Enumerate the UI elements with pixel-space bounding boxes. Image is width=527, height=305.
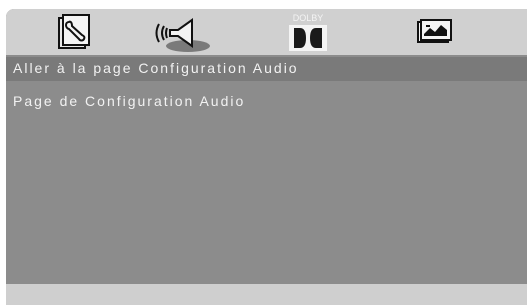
audio-config-page-item[interactable]: Page de Configuration Audio [13, 93, 245, 109]
osd-menu-panel: DOLBY Aller à la page Configuration Audi… [6, 9, 527, 305]
menu-selected-label: Aller à la page Configuration Audio [13, 60, 299, 76]
menu-selected-row[interactable]: Aller à la page Configuration Audio [6, 57, 527, 81]
tab-dolby[interactable]: DOLBY [284, 12, 332, 54]
dolby-label: DOLBY [293, 13, 324, 23]
wrench-icon [58, 14, 90, 49]
dolby-icon: DOLBY [289, 13, 327, 51]
footer-bar [6, 284, 527, 305]
tab-setup[interactable] [53, 12, 93, 54]
tab-bar: DOLBY [6, 9, 527, 55]
tab-audio[interactable] [152, 12, 212, 54]
tab-video[interactable] [414, 12, 454, 54]
speaker-icon [155, 18, 210, 52]
video-screen-icon [417, 19, 452, 43]
